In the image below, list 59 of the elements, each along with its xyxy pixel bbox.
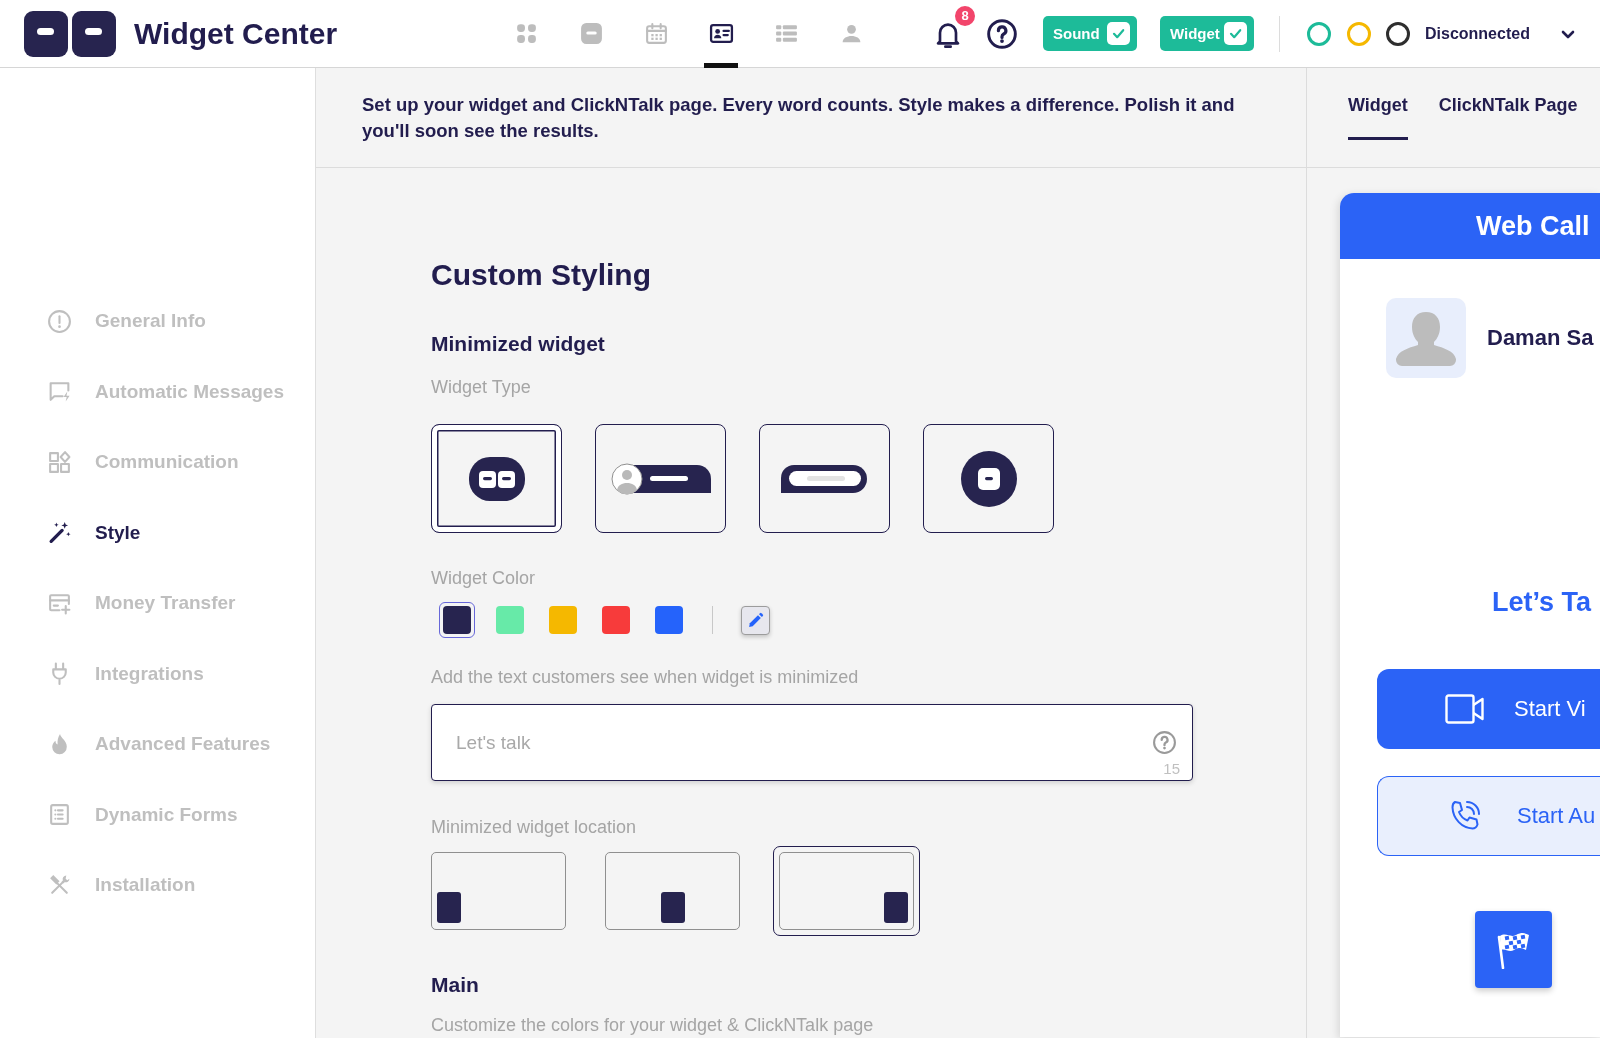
section-heading: Minimized widget [431, 331, 605, 357]
sidebar-item[interactable]: Communication [0, 427, 315, 498]
help-icon[interactable] [986, 17, 1018, 50]
section-description: Customize the colors for your widget & ClickNTalk page [431, 1014, 874, 1036]
call-button[interactable]: Start Vi [1377, 669, 1600, 749]
sidebar-item[interactable]: Style [0, 497, 315, 568]
exclamation-circle-icon [47, 308, 72, 334]
field-label: Widget Type [431, 376, 531, 398]
call-button[interactable]: Start Au [1377, 776, 1600, 856]
form-icon [47, 802, 72, 828]
intro-text: Set up your widget and ClickNTalk page. Every word counts. Style makes a difference. Polish it and you'll soon see the results. [362, 93, 1236, 143]
sidebar-item[interactable]: Dynamic Forms [0, 779, 315, 850]
sidebar-item[interactable]: Integrations [0, 638, 315, 709]
section-title: Custom Styling [431, 257, 651, 293]
section-heading: Main [431, 972, 479, 998]
widget-marker-icon [883, 891, 908, 923]
widget-type-option[interactable] [923, 424, 1054, 533]
magic-wand-icon [47, 520, 72, 546]
location-option[interactable] [772, 845, 920, 936]
round-badge-icon [960, 450, 1017, 507]
location-option[interactable] [605, 851, 740, 930]
preview-tab[interactable]: Widget [1348, 94, 1408, 140]
pill-bar-icon [780, 462, 869, 495]
widget-marker-icon [437, 891, 461, 923]
video-camera-icon [1445, 694, 1485, 724]
sidebar-item[interactable]: Advanced Features [0, 709, 315, 780]
logo-icon[interactable] [24, 10, 116, 57]
avatar-bar-icon [610, 462, 711, 495]
app-title: Widget Center [134, 15, 338, 52]
toggle-button[interactable]: Widget [1160, 16, 1254, 51]
widget-type-option[interactable] [759, 424, 890, 533]
contact-card-icon [708, 21, 734, 46]
rounded-badge-icon [468, 456, 525, 501]
connection-status: Disconnected [1425, 24, 1530, 43]
widget-type-option[interactable] [595, 424, 726, 533]
toggle-button[interactable]: Sound [1043, 16, 1137, 51]
character-counter: 15 [1163, 760, 1180, 778]
field-label: Minimized widget location [431, 816, 637, 838]
sidebar-item[interactable]: Installation [0, 850, 315, 921]
notification-badge: 8 [955, 5, 975, 26]
sidebar-item[interactable]: General Info [0, 286, 315, 357]
pencil-icon [747, 611, 764, 629]
widget-type-option[interactable] [431, 424, 562, 533]
agent-name: Daman Sa [1487, 325, 1594, 351]
checkered-flag-icon [1496, 930, 1531, 969]
sidebar-item[interactable]: Automatic Messages [0, 356, 315, 427]
color-picker-button[interactable] [741, 605, 770, 635]
widget-marker-icon [660, 891, 685, 923]
location-option[interactable] [431, 851, 566, 930]
flag-button[interactable] [1475, 911, 1552, 988]
greeting-text: Let’s Ta [1492, 586, 1592, 619]
avatar-icon [1386, 298, 1466, 378]
field-label: Add the text customers see when widget is minimized [431, 666, 859, 688]
card-header: Web Call [1340, 193, 1600, 259]
widgets-icon [47, 449, 72, 475]
preview-tab[interactable]: ClickNTalk Page [1438, 94, 1578, 140]
calendar-icon [643, 21, 669, 46]
sidebar-item[interactable]: Money Transfer [0, 568, 315, 639]
field-label: Widget Color [431, 567, 536, 589]
